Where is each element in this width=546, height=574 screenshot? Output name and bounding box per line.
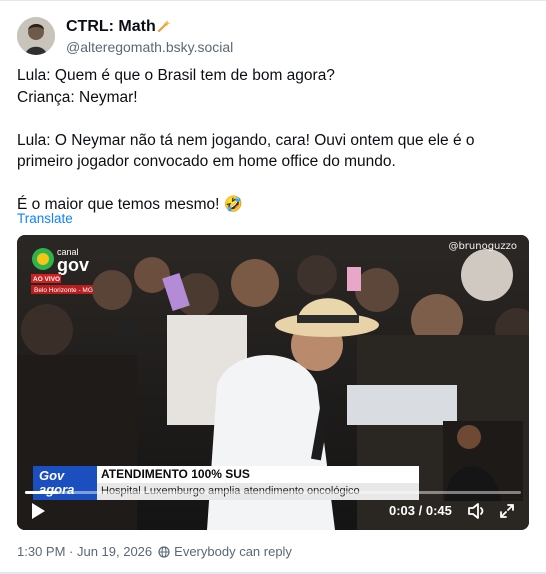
post-line: Lula: Quem é que o Brasil tem de bom ago…	[17, 67, 335, 84]
author-avatar[interactable]	[17, 17, 55, 55]
post-line: Lula: O Neymar não tá nem jogando, cara!…	[17, 131, 475, 171]
time-display: 0:03 / 0:45	[389, 503, 452, 518]
lt-logo-line: agora	[39, 482, 75, 497]
post-timestamp[interactable]: 1:30 PM · Jun 19, 2026	[17, 544, 152, 559]
globe-icon	[158, 545, 170, 558]
sparkle-icon	[157, 20, 171, 33]
live-label: AO VIVO	[33, 276, 60, 283]
post-line: É o maior que temos mesmo! 🤣	[17, 196, 244, 213]
channel-label-main: gov	[57, 255, 89, 275]
post-body: Lula: Quem é que o Brasil tem de bom ago…	[17, 65, 527, 216]
play-icon[interactable]	[29, 502, 47, 520]
volume-icon[interactable]	[467, 502, 487, 520]
fullscreen-icon[interactable]	[499, 503, 515, 519]
progress-fill	[25, 491, 59, 494]
author-handle[interactable]: @alteregomath.bsky.social	[66, 39, 233, 55]
lt-logo-line: Gov	[39, 468, 65, 483]
gov-agora-logo: Gov agora	[33, 466, 97, 500]
progress-bar[interactable]	[25, 491, 521, 494]
channel-logo: canal gov AO VIVO Belo Horizonte - MG	[31, 243, 109, 300]
video-player[interactable]: canal gov AO VIVO Belo Horizonte - MG @b…	[17, 235, 529, 530]
lower-third: Gov agora ATENDIMENTO 100% SUS Hospital …	[33, 466, 419, 500]
post-line: Criança: Neymar!	[17, 88, 138, 106]
watermark: @brunoguzzo	[448, 241, 517, 252]
reply-setting: Everybody can reply	[174, 544, 292, 559]
translate-link[interactable]: Translate	[17, 211, 73, 226]
headline: ATENDIMENTO 100% SUS	[97, 466, 419, 483]
top-divider	[0, 0, 546, 1]
post-meta: 1:30 PM · Jun 19, 2026 Everybody can rep…	[17, 544, 292, 559]
author-display-name[interactable]: CTRL: Math	[66, 18, 156, 36]
location-label: Belo Horizonte - MG	[34, 287, 93, 294]
post-card: CTRL: Math @alteregomath.bsky.social Lul…	[0, 0, 546, 574]
